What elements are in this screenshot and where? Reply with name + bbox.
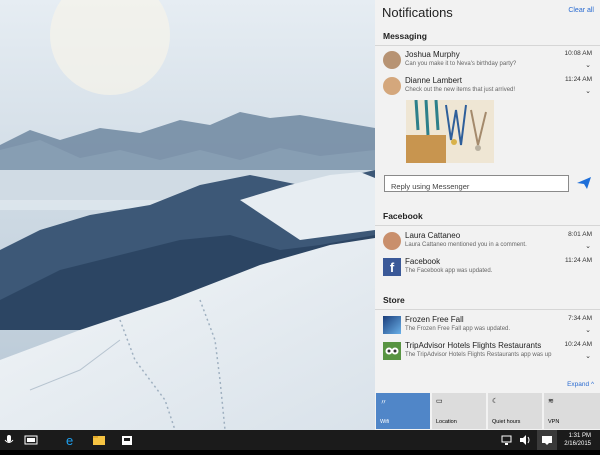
message-attachment-image[interactable] — [406, 100, 494, 163]
reply-input[interactable] — [385, 179, 567, 194]
tripadvisor-icon — [383, 342, 401, 360]
quick-action-location[interactable]: ▭ Location — [432, 393, 486, 429]
notification-message: Can you make it to Neva's birthday party… — [405, 61, 517, 67]
store-icon[interactable] — [120, 433, 134, 447]
microphone-icon[interactable] — [2, 433, 16, 447]
quick-action-wifi[interactable]: 〃 Wifi — [376, 393, 430, 429]
chevron-down-icon[interactable]: ⌄ — [585, 326, 591, 334]
internet-explorer-icon[interactable]: e — [64, 433, 78, 448]
section-title-messaging[interactable]: Messaging — [383, 31, 427, 41]
notification-item-dianne[interactable]: Dianne Lambert Check out the new items t… — [375, 75, 600, 101]
clock-date: 2/16/2015 — [564, 441, 591, 447]
notification-sender: Frozen Free Fall — [405, 315, 464, 324]
notification-time: 10:24 AM — [564, 341, 592, 348]
quick-action-vpn[interactable]: ≋ VPN — [544, 393, 600, 429]
section-title-facebook[interactable]: Facebook — [383, 211, 423, 221]
notification-item-laura[interactable]: Laura Cattaneo Laura Cattaneo mentioned … — [375, 230, 600, 256]
frozen-app-icon — [383, 316, 401, 334]
location-icon: ▭ — [436, 398, 443, 405]
notification-time: 10:08 AM — [564, 50, 592, 57]
send-icon[interactable] — [576, 176, 592, 190]
section-divider — [375, 45, 600, 46]
chevron-down-icon[interactable]: ⌄ — [585, 352, 591, 360]
expand-link[interactable]: Expand ^ — [567, 381, 594, 388]
reply-box[interactable] — [384, 175, 569, 194]
notification-sender: Laura Cattaneo — [405, 231, 461, 240]
notification-time: 11:24 AM — [565, 76, 592, 83]
tile-label: Wifi — [380, 419, 390, 425]
notification-message: The Facebook app was updated. — [405, 268, 493, 274]
system-clock[interactable]: 1:31 PM 2/16/2015 — [564, 432, 591, 448]
notification-item-tripadvisor[interactable]: TripAdvisor Hotels Flights Restaurants T… — [375, 340, 600, 366]
notification-message: Laura Cattaneo mentioned you in a commen… — [405, 242, 527, 248]
panel-title: Notifications — [382, 5, 453, 20]
svg-text:e: e — [66, 433, 73, 447]
section-divider — [375, 225, 600, 226]
volume-icon[interactable] — [518, 433, 532, 447]
wifi-icon: 〃 — [380, 399, 387, 406]
tile-label: Quiet hours — [492, 419, 521, 425]
chevron-down-icon[interactable]: ⌄ — [585, 61, 591, 69]
notification-time: 11:24 AM — [565, 257, 592, 264]
action-center-panel: Notifications Clear all Messaging Joshua… — [375, 0, 600, 430]
notification-sender: Dianne Lambert — [405, 76, 462, 85]
notification-sender: Joshua Murphy — [405, 50, 460, 59]
notification-item-joshua[interactable]: Joshua Murphy Can you make it to Neva's … — [375, 49, 600, 75]
notification-item-facebook[interactable]: f Facebook The Facebook app was updated.… — [375, 256, 600, 282]
avatar-dianne — [383, 77, 401, 95]
notification-time: 8:01 AM — [568, 231, 592, 238]
avatar-laura — [383, 232, 401, 250]
quick-action-quiet-hours[interactable]: ☾ Quiet hours — [488, 393, 542, 429]
section-divider — [375, 309, 600, 310]
tile-label: VPN — [548, 419, 560, 425]
network-icon[interactable] — [500, 433, 514, 447]
notification-item-frozen[interactable]: Frozen Free Fall The Frozen Free Fall ap… — [375, 314, 600, 340]
moon-icon: ☾ — [492, 398, 499, 405]
action-center-button[interactable] — [537, 430, 557, 450]
section-title-store[interactable]: Store — [383, 295, 405, 305]
notification-sender: TripAdvisor Hotels Flights Restaurants — [405, 341, 542, 350]
taskbar: e 1:31 PM 2/16/2015 — [0, 430, 600, 450]
clock-time: 1:31 PM — [568, 433, 591, 439]
vpn-icon: ≋ — [548, 398, 554, 405]
notification-message: Check out the new items that just arrive… — [405, 87, 516, 93]
chevron-down-icon[interactable]: ⌄ — [585, 87, 591, 95]
notification-message: The TripAdvisor Hotels Flights Restauran… — [405, 352, 552, 358]
facebook-icon: f — [383, 258, 401, 276]
notification-time: 7:34 AM — [568, 315, 592, 322]
notification-message: The Frozen Free Fall app was updated. — [405, 326, 511, 332]
tile-label: Location — [436, 419, 457, 425]
avatar-joshua — [383, 51, 401, 69]
chevron-down-icon[interactable]: ⌄ — [585, 242, 591, 250]
clear-all-link[interactable]: Clear all — [568, 7, 594, 14]
task-view-icon[interactable] — [24, 433, 38, 447]
file-explorer-icon[interactable] — [92, 433, 106, 447]
notification-sender: Facebook — [405, 257, 441, 266]
